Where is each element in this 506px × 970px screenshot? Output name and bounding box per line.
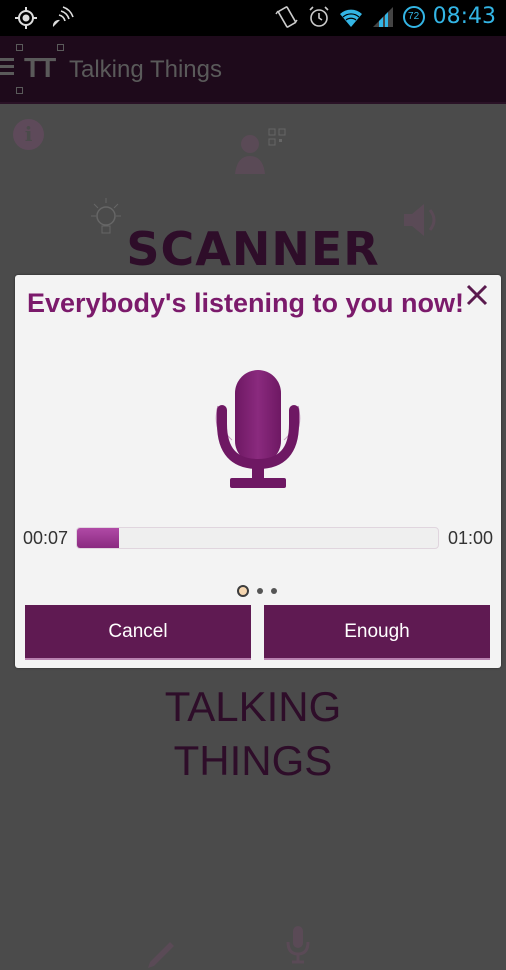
pencil-icon [148, 942, 174, 968]
battery-level: 72 [408, 11, 420, 22]
page-dot [237, 585, 249, 597]
app-logo[interactable]: TT [16, 44, 64, 94]
cell-signal-icon [372, 6, 393, 27]
page-indicator [237, 585, 277, 597]
action-bar: TT Talking Things [0, 36, 506, 104]
person-icon [235, 135, 265, 174]
recording-dialog: Everybody's listening to you now! 00:07 … [15, 275, 501, 668]
clock: 08:43 [432, 4, 496, 29]
alarm-icon [309, 5, 329, 27]
info-icon[interactable]: i [13, 119, 44, 150]
page-dot [271, 588, 277, 594]
progress-fill [77, 528, 120, 548]
microphone-icon [215, 370, 301, 488]
nfc-signal-icon [52, 6, 74, 27]
wifi-icon [339, 9, 362, 27]
menu-icon[interactable] [0, 58, 14, 78]
vibrate-icon [274, 5, 298, 28]
gps-icon [15, 7, 37, 29]
cancel-button[interactable]: Cancel [25, 605, 251, 660]
status-bar: 72 08:43 [0, 0, 506, 36]
app-title: Talking Things [69, 56, 222, 83]
recording-progress-bar [76, 527, 439, 549]
microphone-small-icon [286, 926, 310, 964]
elapsed-time: 00:07 [23, 528, 69, 548]
scanner-label: SCANNER [126, 222, 380, 276]
enough-button[interactable]: Enough [264, 605, 490, 660]
qr-code-icon [268, 128, 286, 146]
talking-line-2: THINGS [173, 737, 333, 784]
total-time: 01:00 [447, 528, 493, 548]
page-dot [257, 588, 263, 594]
talking-things-label: TALKING THINGS [0, 680, 506, 788]
close-icon[interactable] [465, 283, 489, 307]
dialog-title: Everybody's listening to you now! [27, 288, 464, 318]
logo-text: TT [24, 52, 56, 83]
talking-line-1: TALKING [164, 683, 342, 730]
battery-icon: 72 [402, 5, 425, 28]
